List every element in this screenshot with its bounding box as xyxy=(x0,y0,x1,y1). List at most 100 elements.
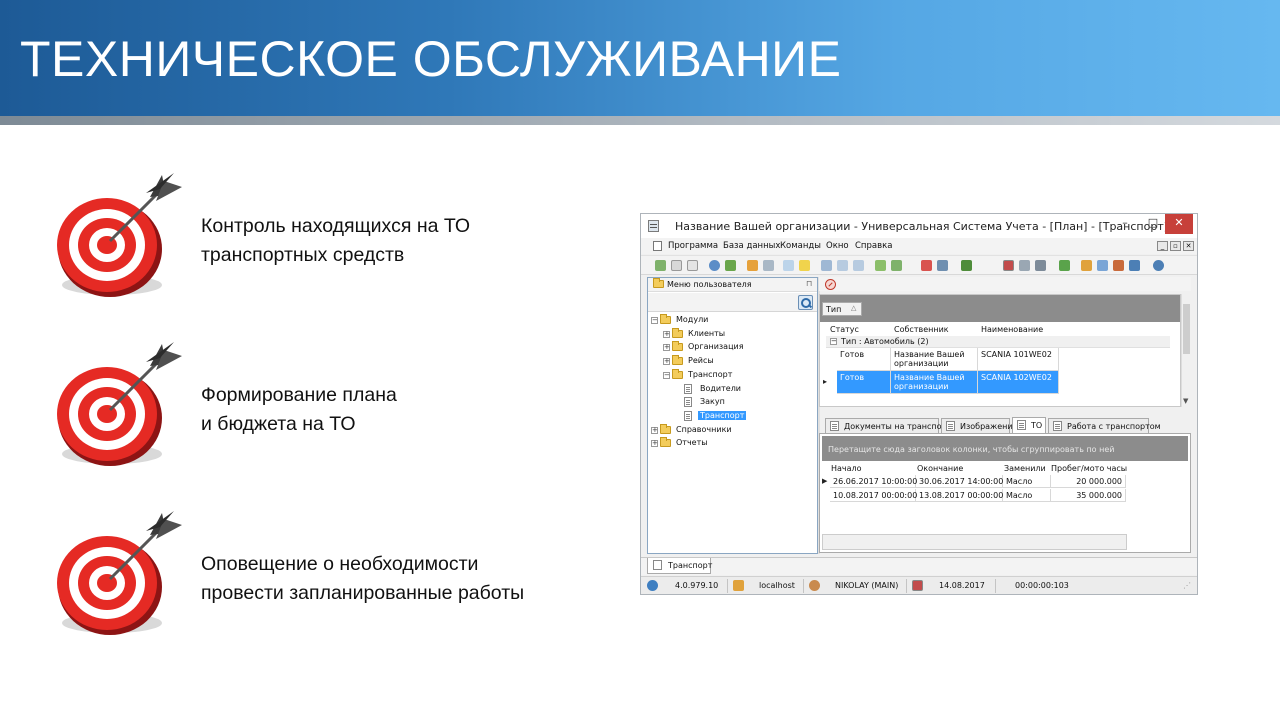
status-bar: 4.0.979.10 localhost NIKOLAY (MAIN) 14.0… xyxy=(641,576,1197,594)
search-icon[interactable] xyxy=(709,260,720,271)
filter-icon[interactable] xyxy=(747,260,758,271)
target-dart-icon xyxy=(50,167,190,307)
export-icon[interactable] xyxy=(875,260,886,271)
expand-icon[interactable]: + xyxy=(663,344,670,352)
tree-item-label: Справочники xyxy=(676,424,732,434)
menu-item-help[interactable]: Справка xyxy=(855,241,892,251)
scroll-thumb[interactable] xyxy=(1183,304,1190,354)
tree-item-label: Рейсы xyxy=(688,356,714,366)
menu-item-database[interactable]: База данных xyxy=(723,241,780,251)
column-header-status[interactable]: Статус xyxy=(830,325,859,334)
window-title: Название Вашей организации - Универсальн… xyxy=(675,220,1169,233)
table-row[interactable]: Готов Название Вашей организации SCANIA 10… xyxy=(837,348,1059,372)
add-icon[interactable] xyxy=(783,260,794,271)
refresh-icon[interactable] xyxy=(655,260,666,271)
table-row[interactable]: 10.08.2017 00:00:00 13.08.2017 00:00:00 Ма… xyxy=(830,489,1126,502)
document-icon xyxy=(946,421,955,431)
group-drop-hint[interactable]: Перетащите сюда заголовок колонки, чтобы… xyxy=(822,436,1188,461)
cell-mileage: 20 000.000 xyxy=(1051,475,1126,488)
tree-item[interactable]: + Организация xyxy=(663,341,823,354)
tree-item[interactable]: + Клиенты xyxy=(663,327,823,341)
maximize-button[interactable]: □ xyxy=(1139,214,1167,234)
status-user: NIKOLAY (MAIN) xyxy=(835,581,899,590)
export-menu-icon[interactable] xyxy=(891,260,902,271)
tab-0[interactable]: Документы на транспорт xyxy=(825,418,951,433)
collapse-icon[interactable]: − xyxy=(663,371,670,379)
stop-icon[interactable] xyxy=(825,279,836,290)
presentation-slide: ТЕХНИЧЕСКОЕ ОБСЛУЖИВАНИЕ Контроль находя… xyxy=(0,0,1280,720)
chart-icon[interactable] xyxy=(961,260,972,271)
mdi-minimize-button[interactable]: _ xyxy=(1157,241,1168,251)
vertical-scrollbar[interactable]: ▼ xyxy=(1181,294,1191,407)
expand-icon[interactable]: + xyxy=(663,330,670,338)
column-header-replaced[interactable]: Заменили xyxy=(1004,464,1046,473)
pin-icon[interactable]: ⊓ xyxy=(806,279,812,288)
resize-grip-icon[interactable]: ⋰ xyxy=(1183,581,1191,590)
group-chip-type[interactable]: Тип △ xyxy=(822,302,862,316)
info-icon[interactable] xyxy=(1153,260,1164,271)
tree-item[interactable]: + Отчеты xyxy=(651,437,811,450)
minimize-button[interactable]: – xyxy=(1111,214,1139,234)
tree-item[interactable]: Водители xyxy=(675,383,835,396)
doc-tab-transport[interactable]: Транспорт xyxy=(647,558,712,574)
table-icon[interactable] xyxy=(1059,260,1070,271)
status-server: localhost xyxy=(759,581,795,590)
move-first-icon[interactable] xyxy=(821,260,832,271)
folder-icon xyxy=(660,314,671,324)
group-row[interactable]: − Тип : Автомобиль (2) xyxy=(826,336,1170,348)
copy-icon[interactable] xyxy=(671,260,682,271)
window-close-icon[interactable] xyxy=(937,260,948,271)
move-down-icon[interactable] xyxy=(837,260,848,271)
collapse-icon[interactable]: − xyxy=(830,338,837,345)
table-row[interactable]: 26.06.2017 10:00:00 30.06.2017 14:00:00 Ма… xyxy=(830,475,1126,488)
vehicle-grid: Тип △ Статус Собственник Наименование − … xyxy=(819,294,1181,407)
group-icon[interactable] xyxy=(1113,260,1124,271)
table-row[interactable]: Готов Название Вашей организации SCANIA 10… xyxy=(837,371,1059,395)
settings-icon[interactable] xyxy=(725,260,736,271)
expand-icon[interactable]: + xyxy=(651,440,658,448)
search-icon[interactable] xyxy=(798,295,813,310)
tree-item[interactable]: − Транспорт xyxy=(663,368,823,382)
column-header-name[interactable]: Наименование xyxy=(981,325,1043,334)
target-dart-icon xyxy=(50,505,190,645)
collapse-icon[interactable]: − xyxy=(651,317,658,324)
tree-item[interactable]: Транспорт xyxy=(675,410,835,423)
tools-icon[interactable] xyxy=(1019,260,1030,271)
new-window-icon[interactable] xyxy=(921,260,932,271)
cell-end: 13.08.2017 00:00:00 xyxy=(916,489,1003,502)
column-header-mileage[interactable]: Пробег/мото часы xyxy=(1051,464,1127,473)
filter-clear-icon[interactable] xyxy=(763,260,774,271)
column-header-start[interactable]: Начало xyxy=(831,464,862,473)
tree-item[interactable]: + Справочники xyxy=(651,423,811,437)
tree-item[interactable]: − Модули xyxy=(651,314,811,327)
wrench-icon[interactable] xyxy=(1035,260,1046,271)
calendar-icon xyxy=(912,580,923,591)
calendar-icon[interactable] xyxy=(1003,260,1014,271)
tab-2[interactable]: ТО xyxy=(1012,417,1046,433)
paste-icon[interactable] xyxy=(687,260,698,271)
note-icon[interactable] xyxy=(799,260,810,271)
expand-icon[interactable]: + xyxy=(651,426,658,434)
column-header-owner[interactable]: Собственник xyxy=(894,325,949,334)
expand-icon[interactable]: + xyxy=(663,358,670,366)
close-button[interactable]: ✕ xyxy=(1165,214,1193,234)
mdi-restore-button[interactable]: ▫ xyxy=(1170,241,1181,251)
import-icon[interactable] xyxy=(1129,260,1140,271)
menu-item-window[interactable]: Окно xyxy=(826,241,849,251)
document-icon xyxy=(1017,420,1026,430)
menu-item-commands[interactable]: Команды xyxy=(780,241,821,251)
tree-item[interactable]: + Рейсы xyxy=(663,355,823,368)
column-header-end[interactable]: Окончание xyxy=(917,464,963,473)
menu-item-program[interactable]: Программа xyxy=(668,241,718,251)
move-up-icon[interactable] xyxy=(853,260,864,271)
tab-3[interactable]: Работа с транспортом xyxy=(1048,418,1161,433)
tree-item[interactable]: Закуп xyxy=(675,396,835,409)
document-icon xyxy=(830,421,839,431)
lock-icon[interactable] xyxy=(1081,260,1092,271)
status-timer: 00:00:00:103 xyxy=(1015,581,1069,590)
mdi-close-button[interactable]: ✕ xyxy=(1183,241,1194,251)
users-icon[interactable] xyxy=(1097,260,1108,271)
status-separator xyxy=(803,579,804,593)
tab-1[interactable]: Изображение xyxy=(941,418,1018,433)
scroll-down-icon[interactable]: ▼ xyxy=(1183,397,1188,405)
